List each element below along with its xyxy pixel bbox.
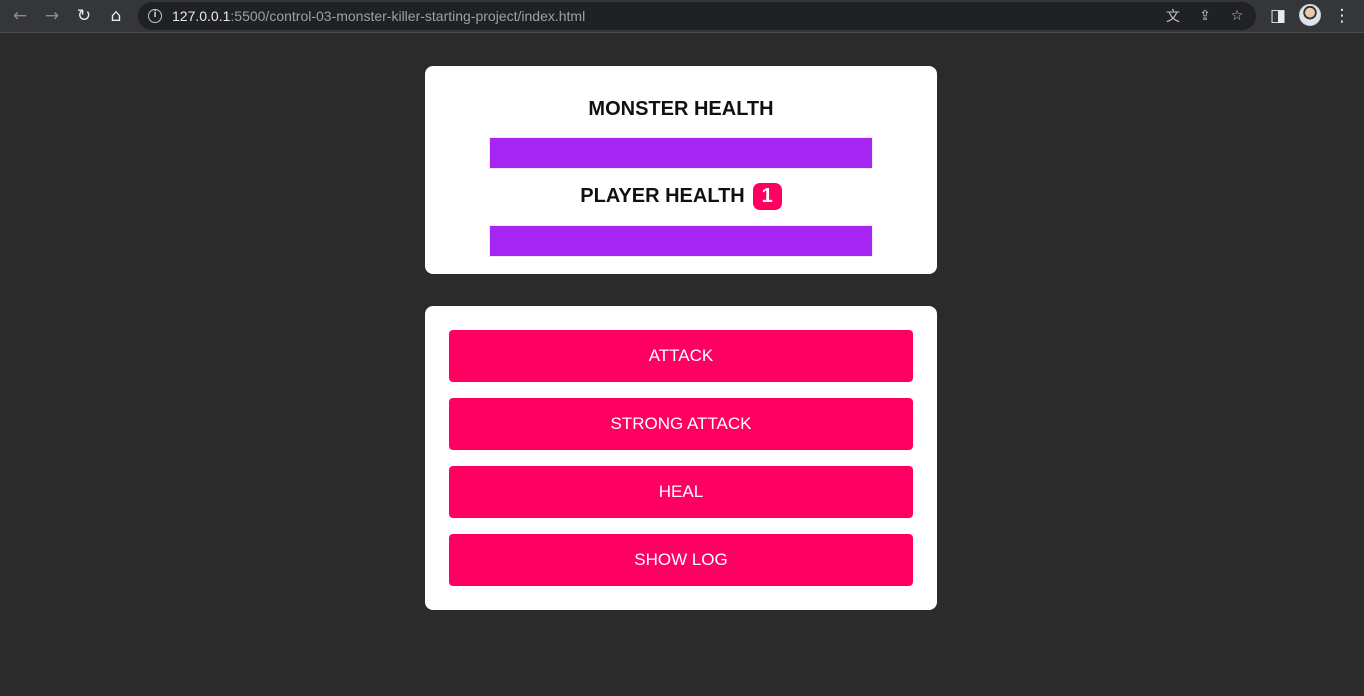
side-panel-icon[interactable]: ◨ xyxy=(1264,3,1292,29)
url-host: 127.0.0.1 xyxy=(172,8,231,24)
address-bar[interactable]: i 127.0.0.1:5500/control-03-monster-kill… xyxy=(138,2,1256,30)
monster-health-bar xyxy=(489,137,873,169)
show-log-button[interactable]: SHOW LOG xyxy=(449,534,913,586)
home-icon[interactable]: ⌂ xyxy=(102,3,130,29)
attack-button[interactable]: ATTACK xyxy=(449,330,913,382)
bonus-life-badge: 1 xyxy=(752,183,782,210)
site-info-icon[interactable]: i xyxy=(148,9,162,23)
share-icon[interactable]: ⇪ xyxy=(1194,6,1216,26)
player-health-label: PLAYER HEALTH xyxy=(580,185,745,207)
reload-icon[interactable]: ↻ xyxy=(70,3,98,29)
monster-health-fill xyxy=(490,138,872,168)
url-text[interactable]: 127.0.0.1:5500/control-03-monster-killer… xyxy=(172,8,585,24)
health-panel: MONSTER HEALTH PLAYER HEALTH 1 xyxy=(425,66,937,274)
player-health-heading: PLAYER HEALTH 1 xyxy=(425,183,937,210)
heal-button[interactable]: HEAL xyxy=(449,466,913,518)
controls-panel: ATTACK STRONG ATTACK HEAL SHOW LOG xyxy=(425,306,937,610)
back-arrow-icon[interactable]: ← xyxy=(6,3,34,29)
forward-arrow-icon[interactable]: → xyxy=(38,3,66,29)
profile-avatar[interactable] xyxy=(1299,4,1321,26)
player-health-fill xyxy=(490,226,872,256)
monster-health-label: MONSTER HEALTH xyxy=(588,98,774,120)
menu-kebab-icon[interactable]: ⋮ xyxy=(1328,3,1356,29)
url-path: :5500/control-03-monster-killer-starting… xyxy=(230,8,586,24)
player-health-bar xyxy=(489,225,873,257)
translate-icon[interactable]: 文 xyxy=(1162,6,1184,26)
strong-attack-button[interactable]: STRONG ATTACK xyxy=(449,398,913,450)
browser-toolbar: ← → ↻ ⌂ i 127.0.0.1:5500/control-03-mons… xyxy=(0,0,1364,33)
bookmark-star-icon[interactable]: ☆ xyxy=(1226,6,1248,26)
